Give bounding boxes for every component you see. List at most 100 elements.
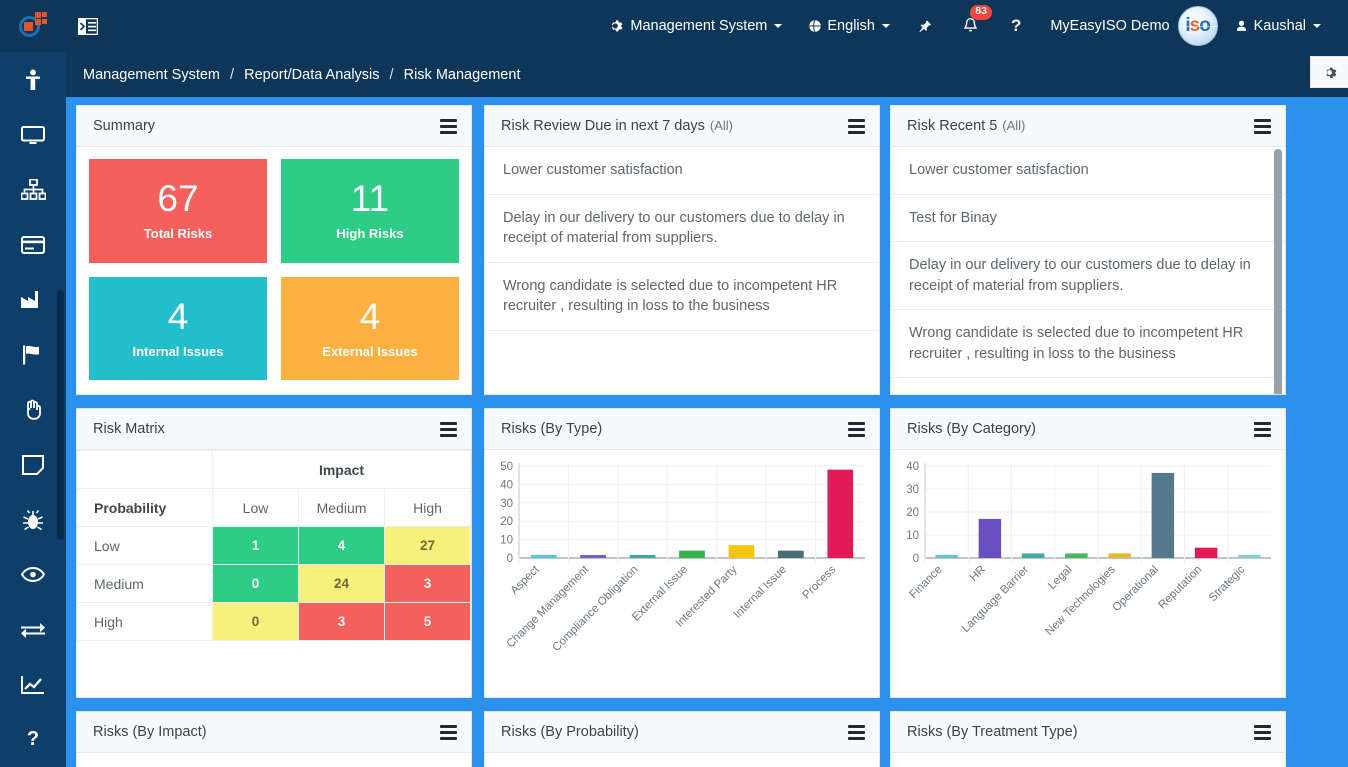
bar[interactable] [978,518,1002,558]
matrix-cell-medium-medium[interactable]: 24 [298,564,385,603]
panel-risks-by-category: Risks (By Category) 0 10 20 30 40 Finance HR La… [890,408,1286,698]
help-button[interactable]: ? [995,0,1037,52]
user-menu[interactable]: Kaushal [1222,0,1334,52]
panel-risk-review-title-text: Risk Review Due in next 7 days [501,118,705,134]
bar[interactable] [935,555,958,558]
risk-matrix-table: Impact Probability Low Medium High Low 1… [77,450,471,641]
matrix-cell-high-low[interactable]: 0 [212,602,299,641]
sidebar-item-sitemap[interactable] [0,162,66,217]
panel-risk-recent-title: Risk Recent 5 (All) [907,118,1025,134]
matrix-cell-low-medium[interactable]: 4 [298,526,385,565]
list-item[interactable]: Test for Binay [891,195,1285,243]
bar[interactable] [629,555,656,558]
matrix-impact-header: Impact [212,450,471,489]
sidebar-item-analytics[interactable] [0,657,66,712]
hamburger-menu-icon[interactable] [1254,722,1271,743]
sidebar-scrollbar[interactable] [57,290,64,540]
bar[interactable] [778,550,804,558]
tile-total-risks[interactable]: 67 Total Risks [89,159,267,263]
matrix-row-label-medium: Medium [77,564,213,603]
sidebar-item-help[interactable]: ? [0,712,66,767]
tenant-name: MyEasyISO Demo [1037,0,1173,52]
tile-high-risks[interactable]: 11 High Risks [281,159,459,263]
hamburger-menu-icon[interactable] [440,722,457,743]
list-item[interactable]: Delay in our delivery to our customers d… [485,195,879,263]
y-axis-tick-label: 30 [906,484,919,496]
matrix-cell-low-low[interactable]: 1 [212,526,299,565]
tile-external-issues[interactable]: 4 External Issues [281,276,459,380]
matrix-cell-medium-high[interactable]: 3 [384,564,471,603]
x-axis-tick-label: HR [968,564,988,584]
breadcrumb-item-0[interactable]: Management System [83,67,220,83]
risks-by-type-svg: 0 10 20 30 40 50 AspectChange ManagementCompli… [500,461,865,654]
x-axis-tick-label: Operational [1110,564,1161,615]
app-logo[interactable] [0,0,66,52]
nav-management-system[interactable]: Management System [598,0,795,52]
bar[interactable] [1151,472,1175,558]
x-axis-tick-label: Internal Issue [732,564,789,621]
list-item[interactable]: Inadequate competence and training to th… [891,378,1285,394]
pin-button[interactable] [903,0,946,52]
breadcrumb-separator: / [230,66,235,83]
hamburger-menu-icon[interactable] [440,419,457,440]
hamburger-menu-icon[interactable] [1254,419,1271,440]
bell-icon [963,18,978,32]
chevron-down-icon [881,24,890,28]
bar[interactable] [1021,553,1045,558]
sidebar-item-user[interactable] [0,52,66,107]
list-item[interactable]: Lower customer satisfaction [485,147,879,195]
tile-external-issues-label: External Issues [322,343,418,359]
sidebar-item-exchange[interactable] [0,602,66,657]
bar[interactable] [1238,555,1261,558]
nav-language-label: English [827,18,875,34]
panel-risks-by-probability: Risks (By Probability) [484,711,880,767]
hamburger-menu-icon[interactable] [1254,116,1271,137]
table-row: Impact [77,450,471,489]
bar[interactable] [1108,553,1131,558]
bar[interactable] [1065,553,1088,558]
panel-risks-by-type-body: 0 10 20 30 40 50 Aspect Change Management Compli… [485,450,879,697]
notifications-button[interactable]: 83 [946,0,995,52]
panel-summary-header: Summary [77,106,471,147]
breadcrumb-item-1[interactable]: Report/Data Analysis [244,67,379,83]
panel-risks-by-treatment-header: Risks (By Treatment Type) [891,712,1285,753]
settings-button[interactable] [1310,56,1348,88]
panel-risks-by-impact-title: Risks (By Impact) [93,724,207,740]
list-item[interactable]: Wrong candidate is selected due to incom… [485,263,879,331]
breadcrumb-item-2[interactable]: Risk Management [404,67,521,83]
sidebar-toggle-button[interactable] [66,0,110,52]
hamburger-menu-icon[interactable] [848,116,865,137]
x-axis-tick-label: Reputation [1156,564,1204,612]
bar[interactable] [1194,547,1218,558]
tile-internal-issues[interactable]: 4 Internal Issues [89,276,267,380]
panel-summary: Summary 67 Total Risks 11 High Risks 4 I… [76,105,472,395]
bar[interactable] [530,555,557,558]
hamburger-menu-icon[interactable] [848,722,865,743]
sidebar-item-eye[interactable] [0,547,66,602]
list-item[interactable]: Lower customer satisfaction [891,147,1285,195]
nav-language[interactable]: English [795,0,903,52]
nav-management-system-label: Management System [630,18,768,34]
risks-by-category-chart[interactable]: 0 10 20 30 40 Finance HR Language Barrier Legal N… [891,450,1285,697]
list-item[interactable]: Delay in our delivery to our customers d… [891,242,1285,311]
bar[interactable] [728,545,755,558]
question-mark-icon: ? [26,728,40,750]
bar[interactable] [679,550,705,558]
risks-by-type-chart[interactable]: 0 10 20 30 40 50 Aspect Change Management Compli… [485,450,879,697]
x-axis-tick-label: Change Management [505,563,592,650]
panel-risks-by-category-title: Risks (By Category) [907,421,1036,437]
bar[interactable] [827,469,854,558]
matrix-cell-high-medium[interactable]: 3 [298,602,385,641]
matrix-cell-medium-low[interactable]: 0 [212,564,299,603]
list-item[interactable]: Wrong candidate is selected due to incom… [891,310,1285,379]
tenant-label: MyEasyISO Demo [1050,18,1170,34]
risk-recent-scrollbar[interactable] [1274,149,1282,394]
sidebar-item-card[interactable] [0,217,66,272]
matrix-cell-low-high[interactable]: 27 [384,526,471,565]
hamburger-menu-icon[interactable] [848,419,865,440]
hamburger-menu-icon[interactable] [440,116,457,137]
sidebar-item-desktop[interactable] [0,107,66,162]
matrix-cell-high-high[interactable]: 5 [384,602,471,641]
x-axis-tick-label: Legal [1046,564,1074,592]
bar[interactable] [580,555,606,558]
